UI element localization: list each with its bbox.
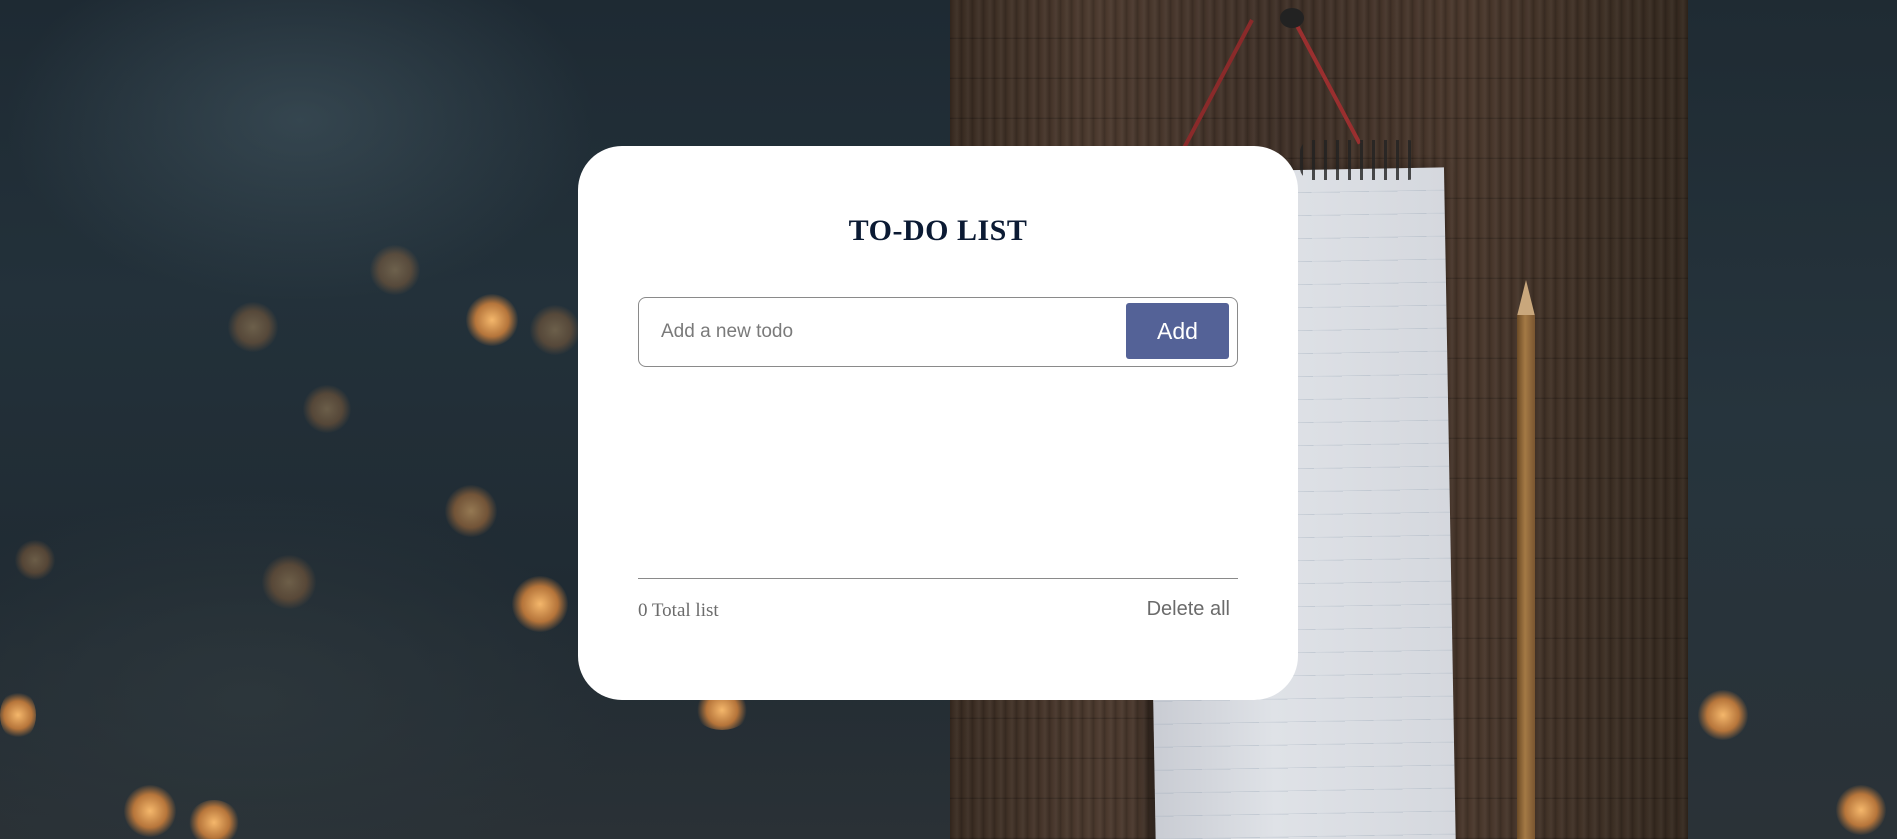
total-count: 0 Total list [638,600,719,621]
page-title: TO-DO LIST [848,214,1028,247]
todo-card: TO-DO LIST Add 0 Total list Delete all [578,146,1298,700]
notepad-spiral [1300,140,1420,180]
pencil-image [1517,315,1535,839]
bokeh-light [1698,690,1748,740]
add-button[interactable]: Add [1126,303,1229,359]
todo-list [638,386,1238,576]
footer-divider [638,578,1238,579]
todo-input-group: Add [638,297,1238,367]
bokeh-light [188,800,240,839]
bokeh-light [1836,785,1886,835]
bokeh-light [530,305,580,355]
bokeh-light [15,540,55,580]
bokeh-light [124,785,176,837]
bokeh-light [445,485,497,537]
wall-pin [1280,8,1304,28]
bokeh-light [262,555,316,609]
bokeh-light [466,294,518,346]
todo-input[interactable] [661,312,1111,352]
delete-all-button[interactable]: Delete all [1147,598,1230,621]
bokeh-light [0,690,36,740]
bokeh-light [370,245,420,295]
pencil-tip [1517,280,1535,316]
bokeh-light [303,385,351,433]
bokeh-light [228,302,278,352]
bokeh-light [512,576,568,632]
